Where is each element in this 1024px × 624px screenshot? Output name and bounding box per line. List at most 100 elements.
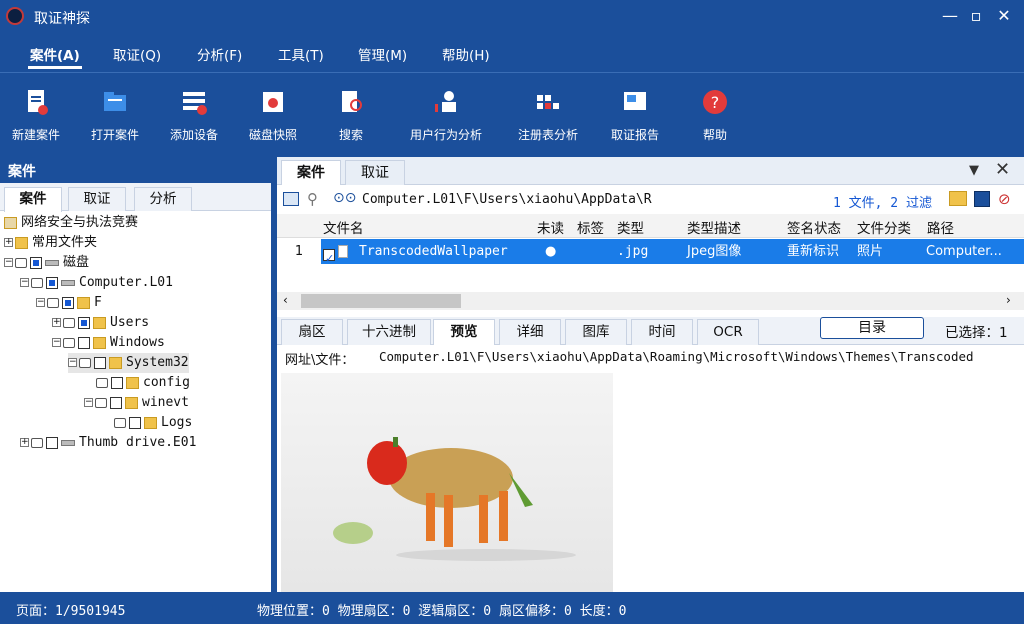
row-filename: TranscodedWallpaper: [359, 244, 508, 259]
help-button[interactable]: ? 帮助: [698, 87, 732, 143]
collapse-icon[interactable]: −: [36, 298, 45, 307]
checkbox[interactable]: [62, 296, 74, 309]
tree-node-users[interactable]: + Users: [52, 313, 149, 333]
collapse-icon[interactable]: −: [4, 258, 13, 267]
status-bar: 页面：1/9501945 物理位置：0 物理扇区：0 逻辑扇区：0 扇区偏移：0…: [0, 592, 1024, 624]
menu-tools[interactable]: 工具(T): [278, 44, 324, 64]
sector-info: 物理位置：0 物理扇区：0 逻辑扇区：0 扇区偏移：0 长度：0: [257, 604, 627, 619]
collapse-icon[interactable]: −: [68, 358, 77, 367]
scroll-thumb[interactable]: [301, 294, 461, 308]
checkbox[interactable]: [129, 416, 141, 429]
disk-icon: [45, 259, 59, 266]
tree-label: config: [143, 375, 190, 390]
expand-icon[interactable]: +: [20, 438, 29, 447]
user-behavior-icon: [435, 91, 456, 112]
dropdown-icon[interactable]: ▼: [969, 163, 979, 178]
tab-hex[interactable]: 十六进制: [347, 319, 431, 345]
checkbox[interactable]: [46, 436, 58, 449]
user-behavior-button[interactable]: 用户行为分析: [406, 87, 486, 143]
tab-gallery[interactable]: 图库: [565, 319, 627, 345]
filter-icon[interactable]: ⚲: [307, 190, 318, 208]
tab-forensic-files[interactable]: 取证: [345, 160, 405, 185]
checkbox[interactable]: [110, 396, 122, 409]
disk-snapshot-button[interactable]: 磁盘快照: [245, 87, 301, 143]
search-label: 搜索: [338, 128, 363, 142]
col-signature[interactable]: 签名状态: [787, 217, 841, 237]
tree-node-winevt[interactable]: − winevt: [84, 393, 189, 413]
col-category[interactable]: 文件分类: [857, 217, 911, 237]
menu-manage[interactable]: 管理(M): [358, 44, 407, 64]
tree-node-common-folders[interactable]: + 常用文件夹: [4, 233, 97, 253]
checkbox[interactable]: [30, 256, 42, 269]
expand-icon[interactable]: +: [4, 238, 13, 247]
close-window-button[interactable]: ✕: [992, 4, 1016, 28]
checkbox[interactable]: [111, 376, 123, 389]
col-tag[interactable]: 标签: [577, 217, 604, 237]
col-type-desc[interactable]: 类型描述: [687, 217, 741, 237]
tree-node-f[interactable]: − F: [36, 293, 102, 313]
search-button[interactable]: 搜索: [330, 87, 372, 143]
registry-analysis-button[interactable]: 注册表分析: [514, 87, 582, 143]
binoculars-icon[interactable]: ⊙⊙: [333, 190, 356, 206]
scroll-left-icon[interactable]: ‹: [283, 293, 288, 307]
menu-forensics[interactable]: 取证(Q): [113, 44, 161, 64]
tree-node-system32[interactable]: − System32: [68, 353, 189, 373]
image-preview: [281, 373, 613, 592]
row-index: 1: [277, 239, 321, 264]
col-unread[interactable]: 未读: [537, 217, 564, 237]
tab-timeline[interactable]: 时间: [631, 319, 693, 345]
col-type[interactable]: 类型: [617, 217, 644, 237]
url-value[interactable]: Computer.L01\F\Users\xiaohu\AppData\Roam…: [379, 349, 1013, 364]
tree-node-case-root[interactable]: 网络安全与执法竞赛: [4, 213, 138, 233]
tree-node-computer-l01[interactable]: − Computer.L01: [20, 273, 173, 293]
close-panel-icon[interactable]: ✕: [995, 159, 1010, 180]
collapse-icon[interactable]: −: [84, 398, 93, 407]
tree-node-logs[interactable]: Logs: [114, 413, 192, 433]
tree-node-disk[interactable]: − 磁盘: [4, 253, 89, 273]
expand-icon[interactable]: +: [52, 318, 61, 327]
col-filename[interactable]: 文件名: [323, 217, 364, 237]
directory-button[interactable]: 目录: [820, 317, 924, 339]
tab-case[interactable]: 案件: [4, 187, 62, 212]
col-path[interactable]: 路径: [927, 217, 954, 237]
tree-label: winevt: [142, 395, 189, 410]
row-checkbox[interactable]: ✓: [323, 248, 335, 265]
horizontal-scrollbar[interactable]: ‹ ›: [277, 292, 1024, 310]
collapse-icon[interactable]: −: [20, 278, 29, 287]
folder-icon: [93, 336, 106, 349]
checkbox[interactable]: [46, 276, 58, 289]
row-checkbox-cell: ✓: [323, 239, 357, 265]
checkbox[interactable]: [78, 316, 90, 329]
maximize-button[interactable]: ▫: [964, 4, 988, 28]
open-case-button[interactable]: 打开案件: [87, 87, 143, 143]
save-icon[interactable]: [974, 191, 990, 207]
tab-case-files[interactable]: 案件: [281, 160, 341, 185]
list-view-icon[interactable]: [283, 192, 299, 206]
add-device-button[interactable]: 添加设备: [166, 87, 222, 143]
menu-case[interactable]: 案件(A): [30, 44, 80, 64]
tab-forensics[interactable]: 取证: [68, 187, 126, 211]
checkbox[interactable]: [94, 356, 106, 369]
tree-node-thumb-drive[interactable]: + Thumb drive.E01: [20, 433, 196, 453]
tree-node-windows[interactable]: − Windows: [52, 333, 165, 353]
scroll-right-icon[interactable]: ›: [1006, 293, 1011, 307]
tab-ocr[interactable]: OCR: [697, 319, 759, 345]
file-panel-tabs: 案件 取证 ▼ ✕: [277, 157, 1024, 185]
table-row[interactable]: 1 ✓ TranscodedWallpaper ● .jpg Jpeg图像 重新…: [277, 239, 1024, 265]
menu-analysis[interactable]: 分析(F): [197, 44, 242, 64]
tree-node-config[interactable]: config: [96, 373, 190, 393]
forensic-report-button[interactable]: 取证报告: [606, 87, 664, 143]
minimize-button[interactable]: —: [938, 4, 962, 28]
collapse-icon[interactable]: −: [52, 338, 61, 347]
new-case-button[interactable]: 新建案件: [8, 87, 64, 143]
tab-preview[interactable]: 预览: [433, 319, 495, 345]
clear-filter-icon[interactable]: ⊘: [998, 190, 1011, 208]
open-folder-icon[interactable]: [949, 191, 967, 206]
menu-help[interactable]: 帮助(H): [442, 44, 490, 64]
tab-analysis[interactable]: 分析: [134, 187, 192, 211]
disk-icon: [61, 439, 75, 446]
checkbox[interactable]: [78, 336, 90, 349]
open-case-label: 打开案件: [90, 128, 139, 142]
tab-sector[interactable]: 扇区: [281, 319, 343, 345]
tab-detail[interactable]: 详细: [499, 319, 561, 345]
